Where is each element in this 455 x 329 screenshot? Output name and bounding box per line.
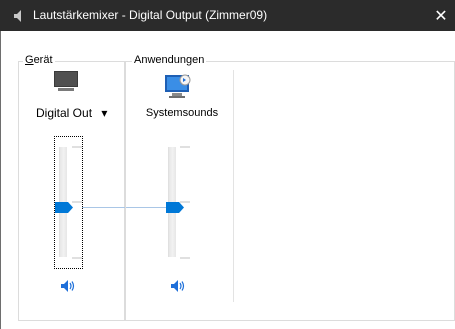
monitor-icon — [54, 71, 78, 91]
app-name-systemsounds: Systemsounds — [145, 107, 219, 119]
window-left-border — [0, 31, 1, 329]
speaker-icon — [14, 10, 21, 22]
speaker-unmuted-icon[interactable] — [60, 279, 76, 293]
device-group-label-mnemonic: G — [25, 54, 34, 66]
device-group-label-rest: erät — [33, 54, 53, 66]
device-name: Digital Out — [36, 106, 93, 120]
speaker-unmuted-icon[interactable] — [170, 279, 186, 293]
device-group-label: Gerät — [23, 54, 55, 66]
title-bar: Lautstärkemixer - Digital Output (Zimmer… — [0, 0, 455, 31]
device-selector[interactable]: Digital Out ▾ — [36, 106, 116, 120]
applications-group-label: Anwendungen — [132, 54, 207, 66]
close-icon: ✕ — [434, 7, 448, 25]
app-volume-slider-thumb[interactable] — [166, 202, 184, 213]
device-slider-ticks — [72, 146, 82, 259]
device-volume-slider-thumb[interactable] — [55, 202, 73, 213]
close-button[interactable]: ✕ — [427, 0, 455, 31]
system-sounds-icon — [165, 74, 191, 98]
app-column-separator — [233, 70, 234, 302]
window-title: Lautstärkemixer - Digital Output (Zimmer… — [33, 8, 268, 22]
chevron-down-icon: ▾ — [101, 106, 108, 120]
